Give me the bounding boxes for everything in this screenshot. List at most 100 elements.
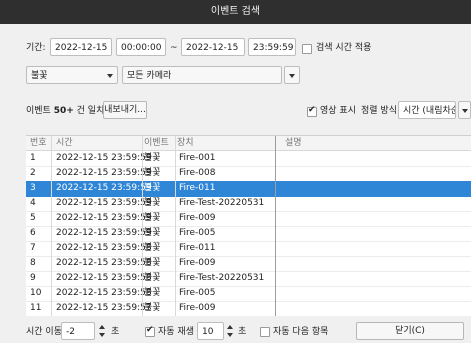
result-count: 이벤트 50+ 건 일치 — [26, 101, 104, 121]
show-video-label: 영상 표시 — [320, 106, 356, 116]
table-row[interactable]: 8 2022-12-15 23:59:58 불꽃 Fire-009 — [26, 256, 471, 272]
filter-row: 불꽃 모든 카메라 — [0, 66, 471, 88]
cell-time: 2022-12-15 23:59:59 — [56, 198, 152, 208]
cell-time: 2022-12-15 23:59:59 — [56, 168, 152, 178]
sort-dropdown[interactable]: 시간 (내림차순) — [398, 101, 456, 119]
table-row[interactable]: 10 2022-12-15 23:59:58 불꽃 Fire-005 — [26, 286, 471, 302]
table-row[interactable]: 4 2022-12-15 23:59:59 불꽃 Fire-Test-20220531 — [26, 196, 471, 212]
event-type-chevron-down-icon[interactable] — [107, 74, 113, 78]
time-move-unit: 초 — [111, 327, 120, 337]
cell-time: 2022-12-15 23:59:59 — [56, 213, 152, 223]
column-header-description[interactable]: 설명 — [285, 136, 302, 150]
event-table[interactable]: 번호 시간 이벤트 장치 설명 1 2022-12-15 23:59:59 불꽃 Fi… — [26, 135, 471, 316]
table-row[interactable]: 3 2022-12-15 23:59:59 불꽃 Fire-011 — [26, 181, 471, 197]
period-label: 기간: — [26, 43, 46, 53]
sort-chevron-down-icon[interactable] — [462, 109, 468, 113]
result-count-value: 50+ — [53, 106, 74, 116]
column-divider — [142, 136, 143, 316]
cell-event: 불꽃 — [144, 228, 161, 238]
column-header-number[interactable]: 번호 — [30, 136, 47, 150]
cell-number: 4 — [30, 198, 36, 208]
cell-device: Fire-009 — [179, 303, 216, 313]
stepper-up-icon[interactable] — [227, 325, 233, 329]
export-button[interactable]: 내보내기... — [103, 101, 147, 119]
table-row[interactable]: 5 2022-12-15 23:59:59 불꽃 Fire-009 — [26, 211, 471, 227]
auto-play-unit: 초 — [238, 327, 247, 337]
cell-number: 8 — [30, 258, 36, 268]
table-row[interactable]: 6 2022-12-15 23:59:59 불꽃 Fire-005 — [26, 226, 471, 242]
cell-device: Fire-005 — [179, 228, 216, 238]
cell-device: Fire-009 — [179, 213, 216, 223]
cell-event: 불꽃 — [144, 168, 161, 178]
event-type-dropdown[interactable]: 불꽃 — [26, 66, 118, 84]
close-button[interactable]: 닫기(C) — [356, 322, 464, 340]
stepper-down-icon[interactable] — [227, 333, 233, 337]
cell-device: Fire-011 — [179, 183, 216, 193]
sort-label: 정렬 방식 — [361, 106, 397, 116]
cell-number: 1 — [30, 153, 36, 163]
camera-chevron-down-icon[interactable] — [289, 74, 295, 78]
period-row: 기간: 2022-12-15 00:00:00 ~ 2022-12-15 23:… — [0, 38, 471, 60]
table-row[interactable]: 11 2022-12-15 23:59:57 불꽃 Fire-009 — [26, 301, 471, 316]
auto-next-label: 자동 다음 항목 — [273, 327, 329, 337]
cell-event: 불꽃 — [144, 198, 161, 208]
auto-play-label: 자동 재생 — [158, 327, 194, 337]
cell-number: 11 — [30, 303, 42, 313]
column-divider — [175, 136, 176, 316]
cell-time: 2022-12-15 23:59:59 — [56, 228, 152, 238]
table-row[interactable]: 7 2022-12-15 23:59:58 불꽃 Fire-011 — [26, 241, 471, 257]
show-video-checkbox[interactable] — [307, 105, 317, 117]
camera-value: 모든 카메라 — [127, 71, 172, 81]
time-move-label: 시간 이동 — [26, 327, 62, 337]
column-header-device[interactable]: 장치 — [177, 136, 194, 150]
cell-device: Fire-Test-20220531 — [179, 198, 265, 208]
column-divider — [51, 136, 52, 316]
cell-time: 2022-12-15 23:59:58 — [56, 258, 152, 268]
cell-device: Fire-009 — [179, 258, 216, 268]
column-header-event[interactable]: 이벤트 — [144, 136, 169, 150]
cell-event: 불꽃 — [144, 243, 161, 253]
cell-number: 9 — [30, 273, 36, 283]
start-time-field[interactable]: 00:00:00 — [116, 38, 166, 56]
cell-number: 2 — [30, 168, 36, 178]
cell-time: 2022-12-15 23:59:58 — [56, 288, 152, 298]
stepper-up-icon[interactable] — [99, 325, 105, 329]
auto-play-stepper[interactable] — [226, 322, 234, 340]
cell-event: 불꽃 — [144, 153, 161, 163]
table-row[interactable]: 9 2022-12-15 23:59:58 불꽃 Fire-Test-20220531 — [26, 271, 471, 287]
cell-event: 불꽃 — [144, 303, 161, 313]
cell-event: 불꽃 — [144, 288, 161, 298]
cell-device: Fire-001 — [179, 153, 216, 163]
cell-number: 10 — [30, 288, 42, 298]
time-move-input[interactable]: -2 — [61, 322, 95, 340]
range-separator: ~ — [170, 43, 178, 53]
cell-device: Fire-008 — [179, 168, 216, 178]
end-time-field[interactable]: 23:59:59 — [248, 38, 296, 56]
end-date-field[interactable]: 2022-12-15 — [181, 38, 245, 56]
stepper-down-icon[interactable] — [99, 333, 105, 337]
camera-dropdown[interactable]: 모든 카메라 — [122, 66, 282, 84]
auto-play-checkbox[interactable] — [145, 325, 155, 337]
cell-time: 2022-12-15 23:59:59 — [56, 183, 152, 193]
cell-event: 불꽃 — [144, 213, 161, 223]
cell-event: 불꽃 — [144, 183, 161, 193]
cell-number: 7 — [30, 243, 36, 253]
table-row[interactable]: 2 2022-12-15 23:59:59 불꽃 Fire-008 — [26, 166, 471, 182]
apply-time-label: 검색 시간 적용 — [316, 43, 372, 53]
footer-row: 시간 이동 -2 초 자동 재생 10 초 자동 다음 항목 닫기(C) — [0, 320, 471, 342]
event-type-value: 불꽃 — [31, 71, 48, 81]
time-move-stepper[interactable] — [98, 322, 106, 340]
cell-number: 3 — [30, 183, 36, 193]
auto-play-input[interactable]: 10 — [197, 322, 224, 340]
column-divider — [275, 136, 276, 316]
column-header-time[interactable]: 시간 — [56, 136, 73, 150]
table-header: 번호 시간 이벤트 장치 설명 — [26, 136, 471, 151]
apply-time-checkbox[interactable] — [302, 44, 312, 54]
table-row[interactable]: 1 2022-12-15 23:59:59 불꽃 Fire-001 — [26, 151, 471, 167]
cell-device: Fire-011 — [179, 243, 216, 253]
auto-next-checkbox[interactable] — [260, 327, 270, 337]
cell-device: Fire-Test-20220531 — [179, 273, 265, 283]
start-date-field[interactable]: 2022-12-15 — [50, 38, 112, 56]
cell-event: 불꽃 — [144, 273, 161, 283]
result-count-suffix: 건 일치 — [73, 106, 105, 116]
